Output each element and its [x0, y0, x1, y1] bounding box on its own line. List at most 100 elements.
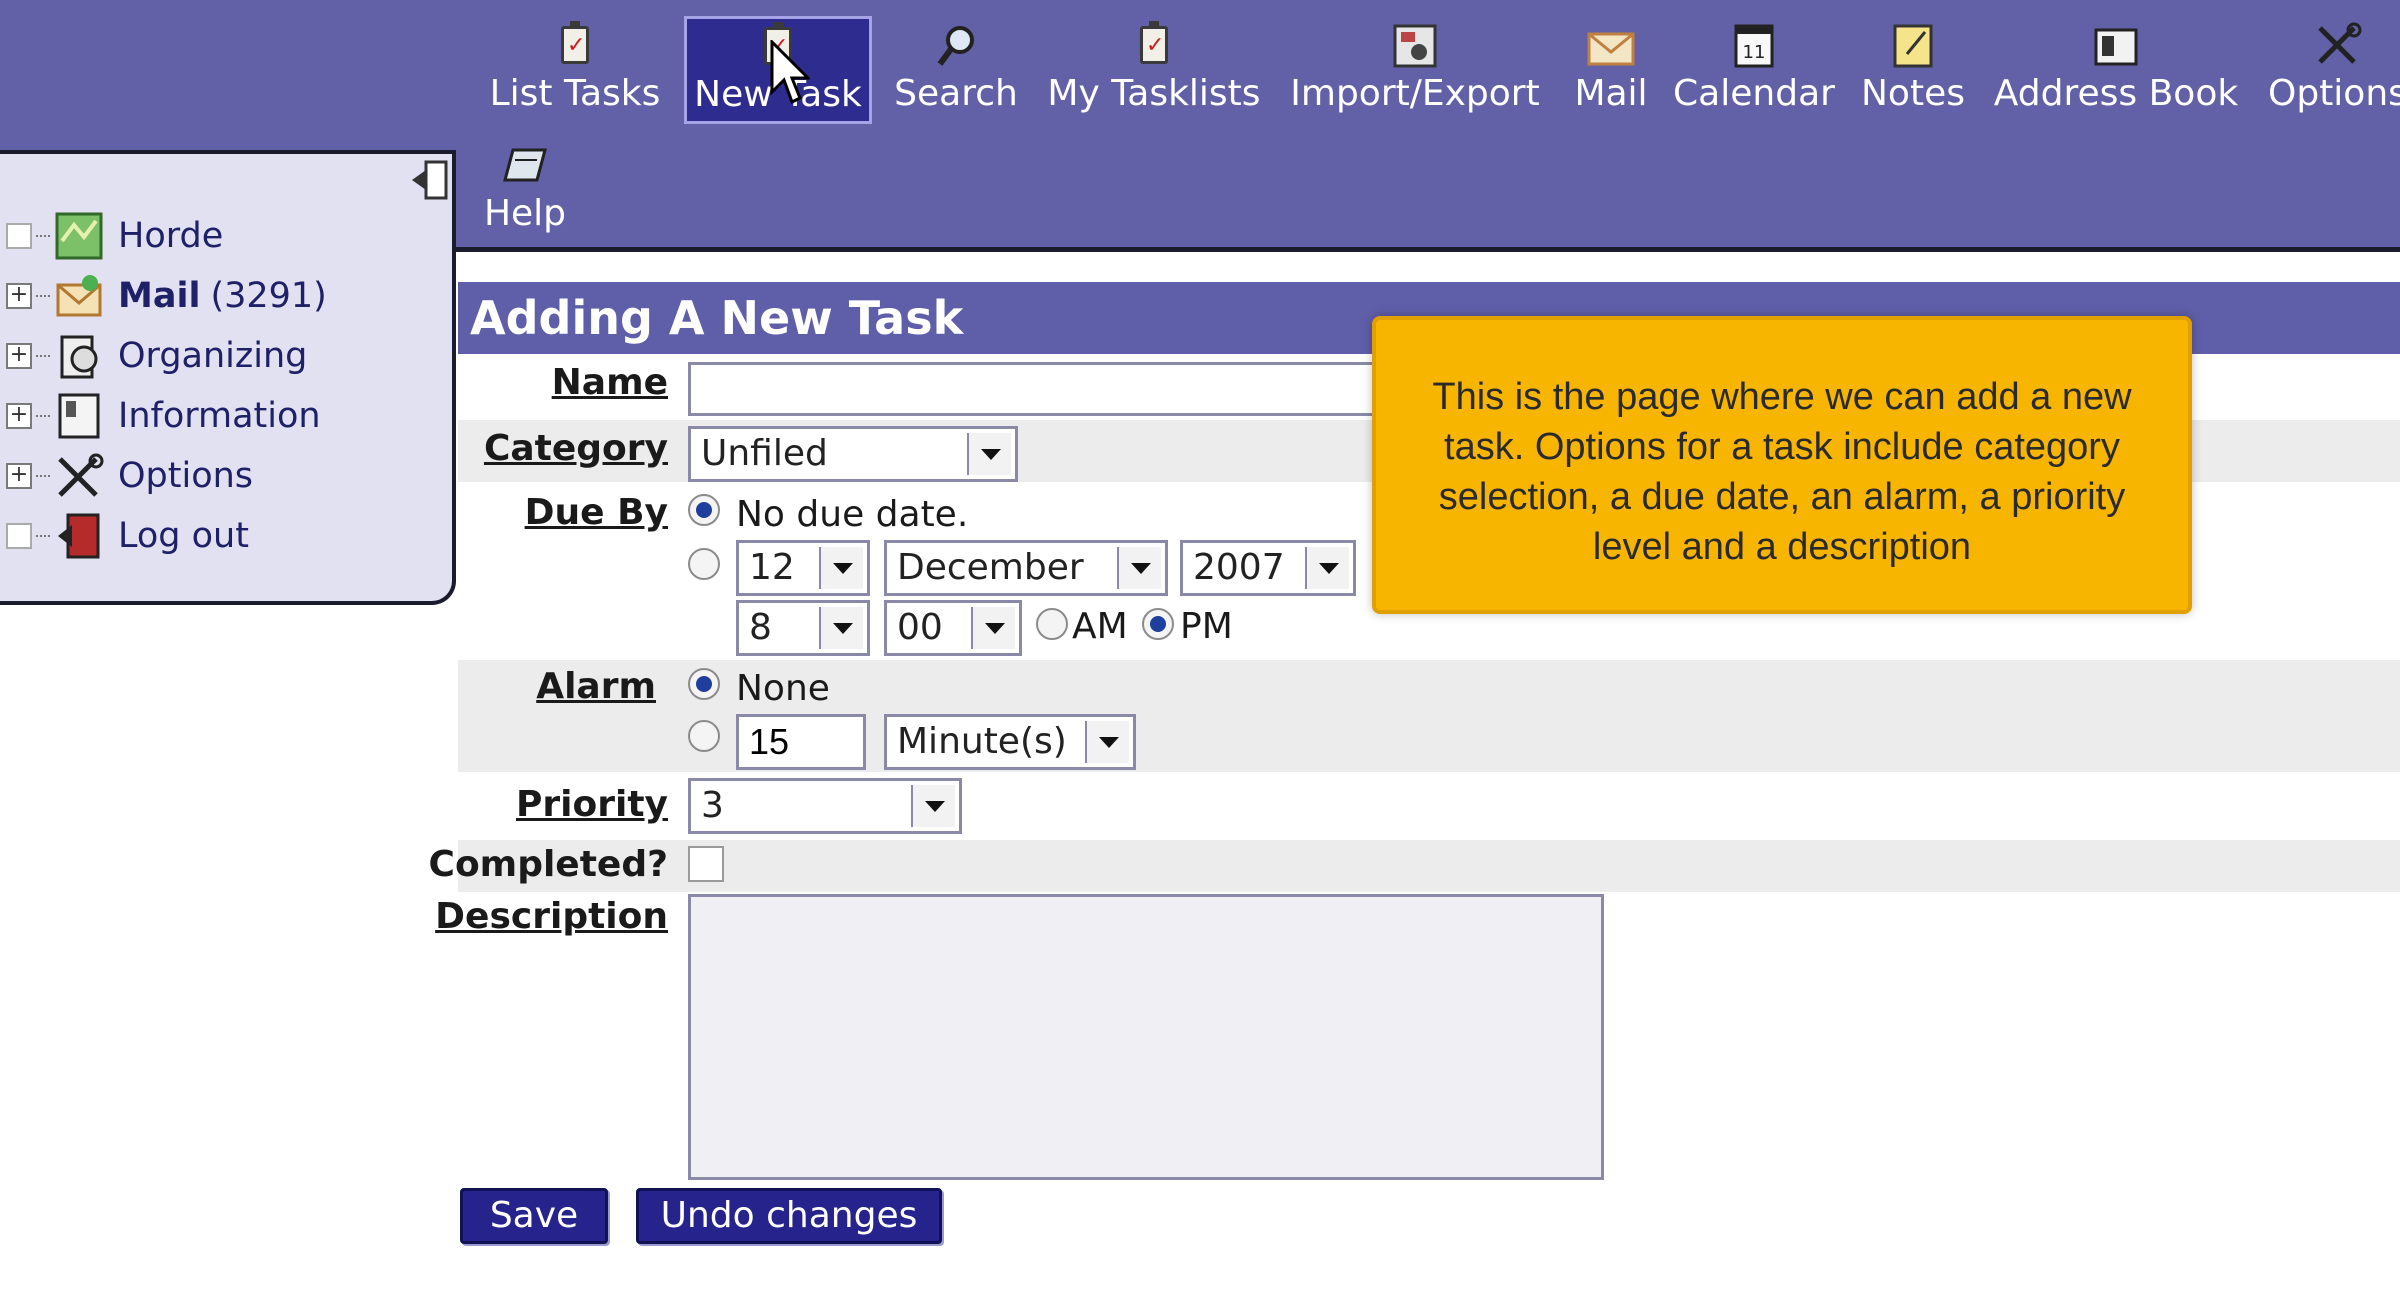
- alarm-none-radio[interactable]: [688, 668, 720, 700]
- toolbar-list-tasks[interactable]: List Tasks: [480, 21, 670, 114]
- due-hour-value: 8: [749, 607, 772, 648]
- tree-connector: [36, 415, 50, 417]
- toolbar-help[interactable]: Help: [480, 142, 570, 234]
- due-none-radio[interactable]: [688, 494, 720, 526]
- toolbar-mail[interactable]: Mail: [1566, 22, 1656, 114]
- expand-icon[interactable]: +: [6, 283, 32, 309]
- sidebar-item-information[interactable]: + Information: [6, 390, 321, 442]
- help-icon: [497, 142, 553, 190]
- tasklists-icon: [1126, 21, 1182, 70]
- search-icon: [928, 22, 984, 70]
- category-value: Unfiled: [701, 433, 828, 474]
- tree-connector: [36, 235, 50, 237]
- am-label: AM: [1072, 606, 1128, 647]
- tree-node-icon: [6, 523, 32, 549]
- save-button[interactable]: Save: [460, 1188, 608, 1244]
- toolbar-label: Address Book: [1993, 73, 2239, 114]
- due-minute-select[interactable]: 00: [884, 600, 1022, 656]
- toolbar-label: Mail: [1574, 73, 1648, 114]
- sidebar-item-horde[interactable]: Horde: [6, 210, 223, 262]
- mail-envelope-icon: [54, 271, 104, 321]
- toolbar-label: Notes: [1861, 73, 1965, 114]
- mail-icon: [1583, 22, 1639, 70]
- category-select[interactable]: Unfiled: [688, 426, 1018, 482]
- sidebar-item-label: Options: [118, 456, 254, 496]
- sidebar-collapse-icon[interactable]: [408, 158, 452, 202]
- pm-label: PM: [1180, 606, 1233, 647]
- horde-map-icon: [54, 211, 104, 261]
- chevron-down-icon: [1305, 547, 1349, 589]
- due-year-value: 2007: [1193, 547, 1285, 588]
- description-textarea[interactable]: [688, 894, 1604, 1180]
- expand-icon[interactable]: +: [6, 403, 32, 429]
- sidebar-item-logout[interactable]: Log out: [6, 510, 249, 562]
- toolbar-import-export[interactable]: Import/Export: [1290, 22, 1540, 114]
- chevron-down-icon: [971, 607, 1015, 649]
- sidebar-item-label: Information: [118, 396, 321, 436]
- options-tools-icon: [54, 451, 104, 501]
- alarm-amount-input[interactable]: [736, 714, 866, 770]
- toolbar-my-tasklists[interactable]: My Tasklists: [1044, 21, 1264, 114]
- sidebar-item-organizing[interactable]: + Organizing: [6, 330, 307, 382]
- chevron-down-icon: [819, 547, 863, 589]
- toolbar-label: Calendar: [1673, 73, 1835, 114]
- alarm-on-radio[interactable]: [688, 720, 720, 752]
- notes-icon: [1885, 22, 1941, 70]
- mail-unread-count: (3291): [210, 276, 327, 316]
- toolbar-label: Search: [894, 73, 1018, 114]
- tree-node-icon: [6, 223, 32, 249]
- calendar-icon: 11: [1726, 22, 1782, 70]
- priority-label: Priority: [516, 784, 668, 825]
- sidebar-item-label: Log out: [118, 516, 249, 556]
- toolbar-label: Help: [483, 193, 567, 234]
- chevron-down-icon: [819, 607, 863, 649]
- due-date-radio[interactable]: [688, 548, 720, 580]
- information-icon: [54, 391, 104, 441]
- organizing-icon: [54, 331, 104, 381]
- tree-connector: [36, 295, 50, 297]
- priority-value: 3: [701, 785, 724, 826]
- chevron-down-icon: [911, 785, 955, 827]
- chevron-down-icon: [1085, 721, 1129, 763]
- undo-changes-button[interactable]: Undo changes: [636, 1188, 942, 1244]
- toolbar-label: List Tasks: [489, 73, 661, 114]
- svg-text:11: 11: [1743, 42, 1766, 63]
- due-year-select[interactable]: 2007: [1180, 540, 1356, 596]
- import-export-icon: [1387, 22, 1443, 70]
- due-day-select[interactable]: 12: [736, 540, 870, 596]
- name-input[interactable]: [688, 362, 1388, 416]
- list-tasks-icon: [547, 21, 603, 70]
- toolbar-label: Import/Export: [1290, 73, 1540, 114]
- toolbar-options[interactable]: Options: [2262, 22, 2400, 114]
- toolbar-notes[interactable]: Notes: [1858, 22, 1968, 114]
- sidebar-item-label: Mail: [118, 276, 201, 316]
- toolbar-search[interactable]: Search: [886, 22, 1026, 114]
- priority-select[interactable]: 3: [688, 778, 962, 834]
- pm-radio[interactable]: [1142, 608, 1174, 640]
- sidebar-item-options[interactable]: + Options: [6, 450, 253, 502]
- expand-icon[interactable]: +: [6, 463, 32, 489]
- am-radio[interactable]: [1036, 608, 1068, 640]
- due-hour-select[interactable]: 8: [736, 600, 870, 656]
- due-month-select[interactable]: December: [884, 540, 1168, 596]
- alarm-unit-select[interactable]: Minute(s): [884, 714, 1136, 770]
- alarm-label: Alarm: [536, 666, 656, 707]
- completed-row: Completed?: [429, 840, 2400, 892]
- sidebar-item-mail[interactable]: + Mail (3291): [6, 270, 327, 322]
- chevron-down-icon: [967, 433, 1011, 475]
- toolbar-address-book[interactable]: Address Book: [1988, 22, 2244, 114]
- due-month-value: December: [897, 547, 1084, 588]
- alarm-unit-value: Minute(s): [897, 721, 1067, 762]
- toolbar-calendar[interactable]: 11 Calendar: [1672, 22, 1836, 114]
- logout-icon: [54, 511, 104, 561]
- due-by-label: Due By: [524, 492, 668, 533]
- expand-icon[interactable]: +: [6, 343, 32, 369]
- category-label: Category: [483, 428, 668, 469]
- toolbar-divider: [455, 247, 2400, 252]
- due-none-label: No due date.: [736, 494, 969, 535]
- description-label: Description: [435, 896, 668, 937]
- completed-checkbox[interactable]: [688, 846, 724, 882]
- mouse-cursor-icon: [770, 38, 812, 110]
- chevron-down-icon: [1117, 547, 1161, 589]
- alarm-none-label: None: [736, 668, 830, 709]
